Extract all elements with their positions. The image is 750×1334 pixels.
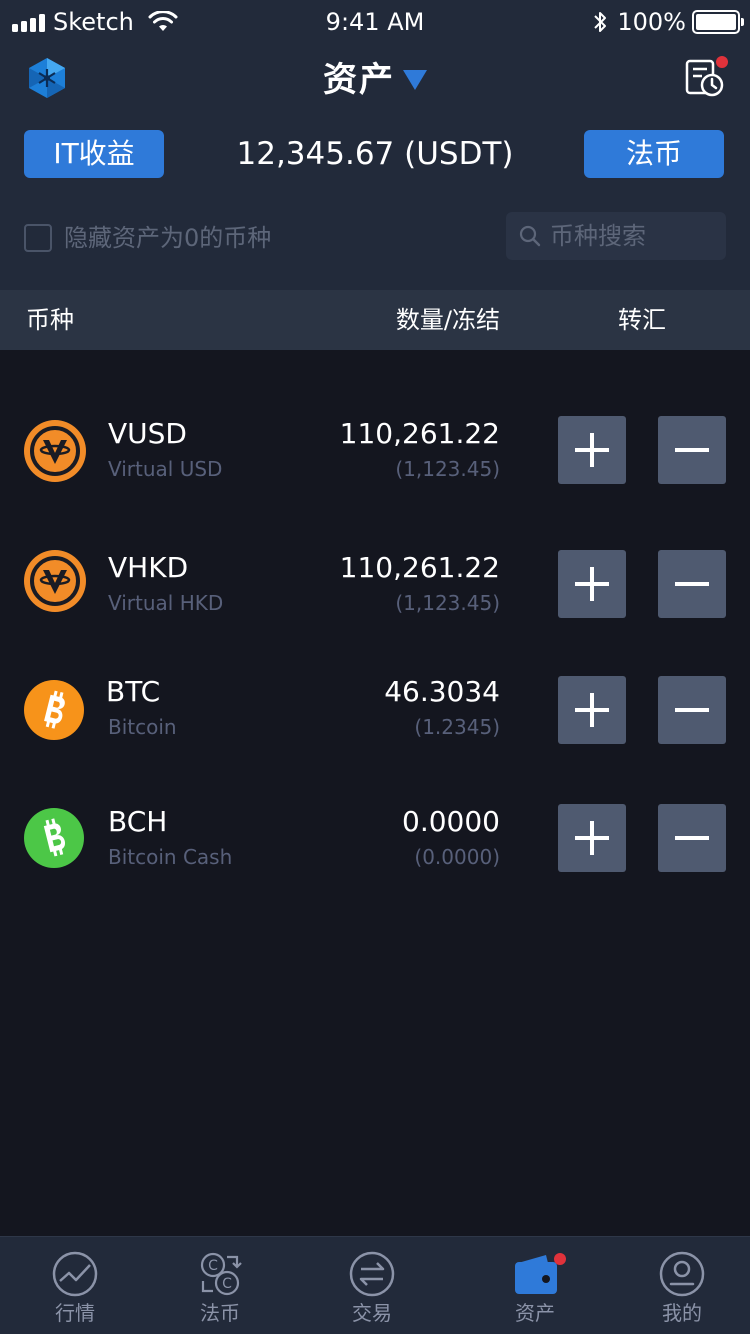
coin-search-input[interactable] xyxy=(550,222,720,250)
coin-symbol: VUSD xyxy=(108,417,187,450)
trade-swap-icon xyxy=(349,1251,395,1297)
tab-assets[interactable]: 资产 xyxy=(460,1237,610,1334)
tab-label: 资产 xyxy=(515,1301,555,1325)
tab-label: 我的 xyxy=(662,1301,702,1325)
search-icon xyxy=(519,225,541,247)
bitcoin-cash-icon xyxy=(24,808,84,868)
asset-frozen: (1.2345) xyxy=(414,715,500,739)
asset-amount: 110,261.22 xyxy=(339,551,500,584)
status-bar: Sketch 9:41 AM 100% xyxy=(0,0,750,44)
it-earnings-button[interactable]: IT收益 xyxy=(24,130,164,178)
tab-fiat[interactable]: C C 法币 xyxy=(145,1237,295,1334)
battery-percent: 100% xyxy=(617,8,686,36)
dropdown-triangle-icon xyxy=(403,70,427,90)
asset-table-header: 币种 数量/冻结 转汇 xyxy=(0,290,750,350)
coin-symbol: VHKD xyxy=(108,551,189,584)
tab-label: 法币 xyxy=(200,1301,240,1325)
coin-search-box[interactable] xyxy=(506,212,726,260)
hide-zero-label: 隐藏资产为0的币种 xyxy=(64,224,272,252)
column-header-quantity: 数量/冻结 xyxy=(395,306,500,334)
notification-dot xyxy=(716,56,728,68)
asset-frozen: (1,123.45) xyxy=(395,457,500,481)
deposit-button[interactable] xyxy=(558,676,626,744)
hide-zero-checkbox[interactable] xyxy=(24,224,52,252)
svg-text:C: C xyxy=(222,1276,232,1292)
coin-full-name: Virtual USD xyxy=(108,457,223,481)
asset-history-button[interactable] xyxy=(684,56,730,102)
asset-row-bch[interactable]: BCH Bitcoin Cash 0.0000 (0.0000) xyxy=(0,788,750,888)
hide-zero-toggle[interactable]: 隐藏资产为0的币种 xyxy=(24,222,271,254)
withdraw-button[interactable] xyxy=(658,550,726,618)
bluetooth-icon xyxy=(594,12,607,32)
deposit-button[interactable] xyxy=(558,550,626,618)
tab-market[interactable]: 行情 xyxy=(0,1237,150,1334)
withdraw-button[interactable] xyxy=(658,676,726,744)
withdraw-button[interactable] xyxy=(658,416,726,484)
asset-row-btc[interactable]: BTC Bitcoin 46.3034 (1.2345) xyxy=(0,660,750,760)
deposit-button[interactable] xyxy=(558,804,626,872)
wallet-icon xyxy=(515,1255,557,1294)
coin-full-name: Bitcoin xyxy=(108,715,177,739)
coin-symbol: BCH xyxy=(108,805,168,838)
coin-full-name: Bitcoin Cash xyxy=(108,845,233,869)
fiat-button[interactable]: 法币 xyxy=(584,130,724,178)
profile-icon xyxy=(659,1251,705,1297)
asset-amount: 110,261.22 xyxy=(339,417,500,450)
vusd-coin-icon xyxy=(24,420,86,482)
asset-amount: 0.0000 xyxy=(402,805,500,838)
page-title: 资产 xyxy=(323,60,395,100)
asset-row-vusd[interactable]: VUSD Virtual USD 110,261.22 (1,123.45) xyxy=(0,400,750,500)
asset-amount: 46.3034 xyxy=(384,675,500,708)
total-balance: 12,345.67 (USDT) xyxy=(236,136,514,172)
asset-frozen: (0.0000) xyxy=(414,845,500,869)
bitcoin-icon xyxy=(24,680,84,740)
column-header-transfer: 转汇 xyxy=(618,306,666,334)
tab-bar: 行情 C C 法币 交易 资产 我的 xyxy=(0,1236,750,1334)
market-chart-icon xyxy=(52,1251,98,1297)
notification-dot xyxy=(554,1253,566,1265)
svg-text:C: C xyxy=(208,1258,218,1274)
deposit-button[interactable] xyxy=(558,416,626,484)
tab-label: 行情 xyxy=(55,1301,95,1325)
column-header-coin: 币种 xyxy=(26,306,74,334)
coin-symbol: BTC xyxy=(106,675,161,708)
coin-full-name: Virtual HKD xyxy=(108,591,224,615)
asset-frozen: (1,123.45) xyxy=(395,591,500,615)
withdraw-button[interactable] xyxy=(658,804,726,872)
asset-row-vhkd[interactable]: VHKD Virtual HKD 110,261.22 (1,123.45) xyxy=(0,534,750,634)
tab-profile[interactable]: 我的 xyxy=(607,1237,750,1334)
fiat-exchange-icon: C C xyxy=(200,1252,242,1296)
page-title-dropdown[interactable]: 资产 xyxy=(0,58,750,102)
tab-trade[interactable]: 交易 xyxy=(297,1237,447,1334)
battery-icon xyxy=(692,10,744,34)
tab-label: 交易 xyxy=(352,1301,392,1325)
status-right: 100% xyxy=(593,8,744,36)
vhkd-coin-icon xyxy=(24,550,86,612)
